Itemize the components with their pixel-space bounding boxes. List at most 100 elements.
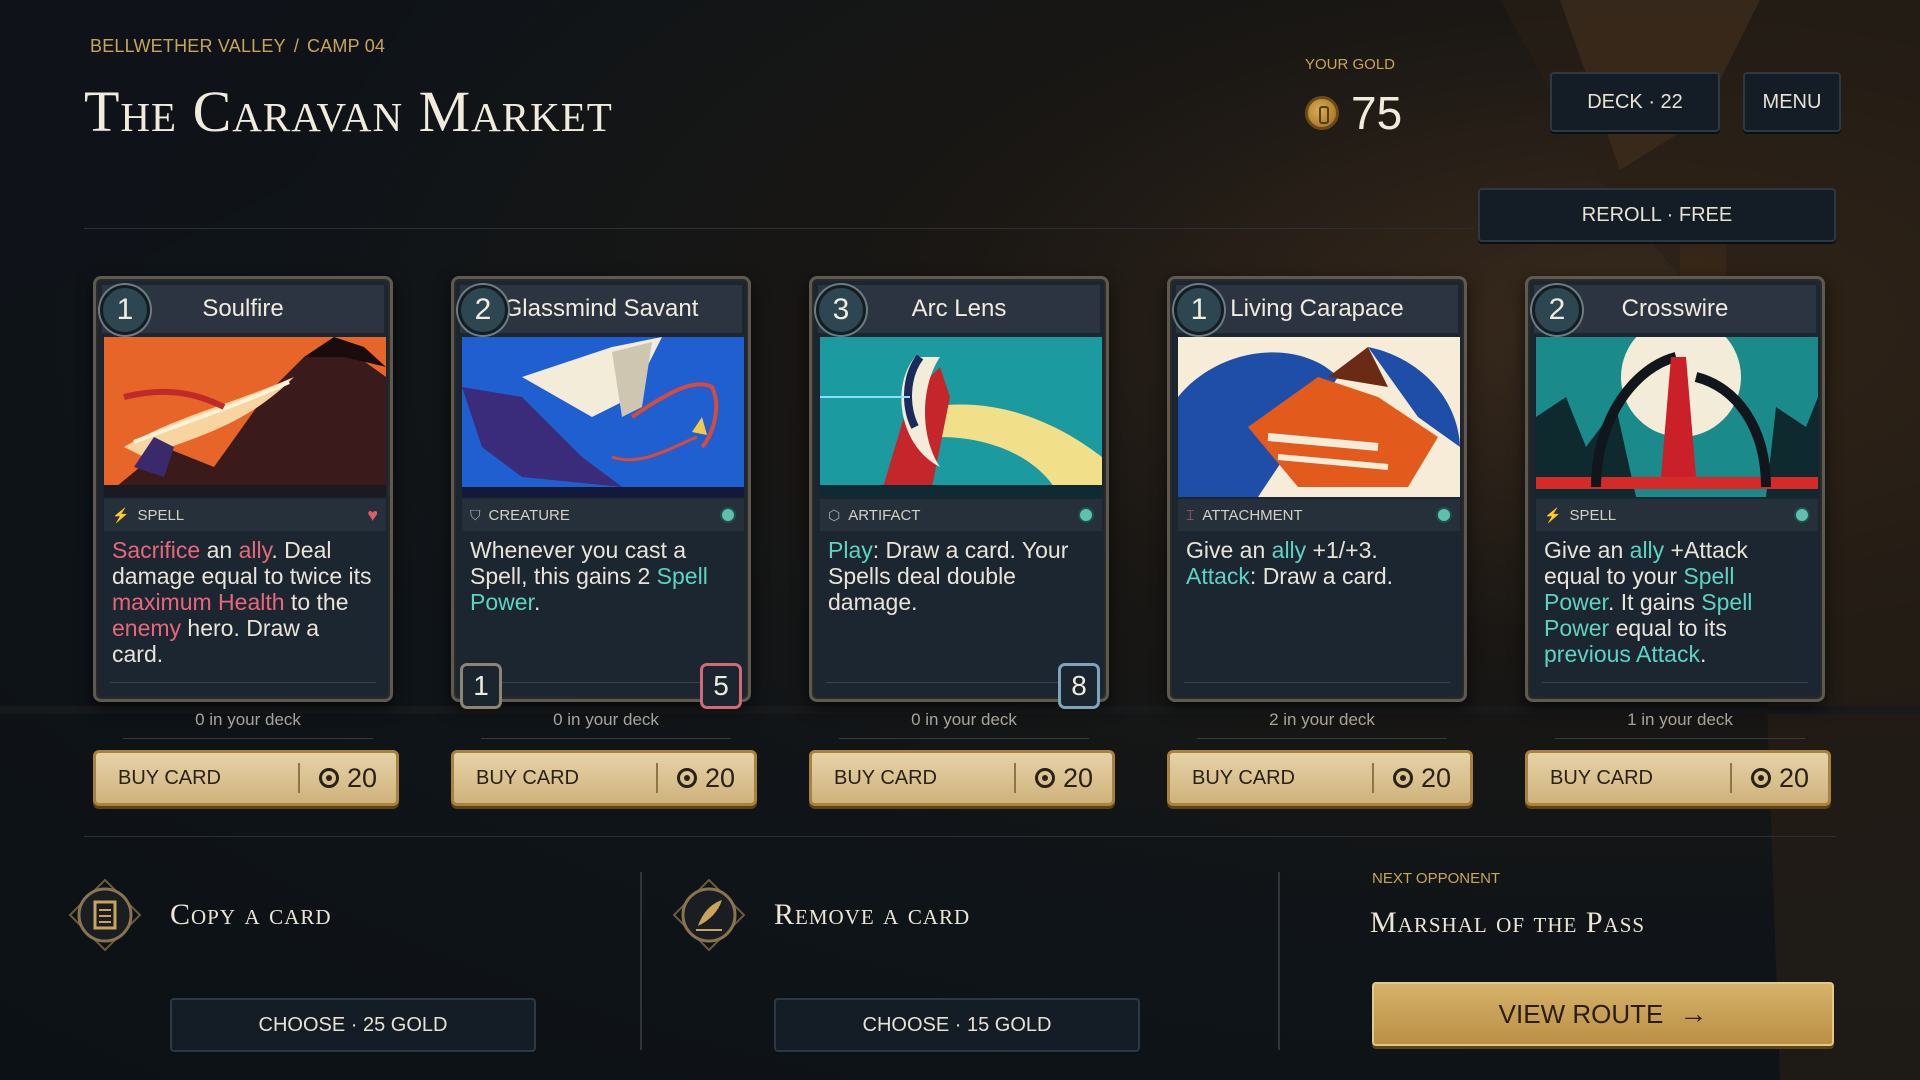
reroll-button[interactable]: REROLL · FREE xyxy=(1478,188,1836,242)
keyword[interactable]: ally xyxy=(239,537,272,563)
shop-card-glassmind-savant: 2 Glassmind Savant ⛉ CREATURE Whenever y… xyxy=(451,276,761,806)
card-footer-line xyxy=(110,682,376,683)
copy-card-title: Copy a card xyxy=(170,898,332,931)
coin-icon xyxy=(1305,96,1339,130)
shop-card-arc-lens: 3 Arc Lens ⬡ ARTIFACT Play: Draw a card.… xyxy=(809,276,1119,806)
price: 20 xyxy=(300,763,396,794)
coin-icon xyxy=(1750,768,1771,788)
buy-card-button[interactable]: BUY CARD 20 xyxy=(1167,750,1473,806)
mana-cost: 2 xyxy=(1532,285,1582,335)
card-footer-line xyxy=(468,682,734,683)
card-type: ARTIFACT xyxy=(848,506,921,524)
keyword[interactable]: previous Attack xyxy=(1544,641,1700,667)
keyword[interactable]: Play xyxy=(828,537,873,563)
keyword[interactable]: maximum Health xyxy=(112,589,285,615)
price-value: 20 xyxy=(1420,762,1452,793)
buy-card-button[interactable]: BUY CARD 20 xyxy=(1525,750,1831,806)
next-opponent-label: NEXT OPPONENT xyxy=(1372,870,1501,887)
card-art-lens-device xyxy=(820,337,1102,497)
remove-card-title: Remove a card xyxy=(774,898,971,931)
opponent-name: Marshal of the Pass xyxy=(1370,906,1646,939)
rules-text: . It gains xyxy=(1607,589,1702,615)
mana-cost: 2 xyxy=(458,285,508,335)
keyword[interactable]: ally xyxy=(1630,537,1665,563)
keyword[interactable]: Sacrifice xyxy=(112,537,200,563)
card-footer-line xyxy=(826,682,1092,683)
deck-button[interactable]: DECK · 22 xyxy=(1550,72,1720,132)
card-text: Sacrifice an ally. Deal damage equal to … xyxy=(112,537,374,667)
mana-cost: 3 xyxy=(816,285,866,335)
card-type: SPELL xyxy=(1569,506,1617,524)
card-type: SPELL xyxy=(137,506,185,524)
price: 20 xyxy=(658,763,754,794)
remove-card-button[interactable]: CHOOSE · 15 GOLD xyxy=(774,998,1140,1052)
breadcrumb-region[interactable]: BELLWETHER VALLEY xyxy=(90,36,286,56)
price: 20 xyxy=(1374,763,1470,794)
shop-card-crosswire: 2 Crosswire ⚡ SPELL Give an ally +Attack… xyxy=(1525,276,1835,806)
card-art-fire-mountain xyxy=(104,337,386,497)
card-frame[interactable]: 3 Arc Lens ⬡ ARTIFACT Play: Draw a card.… xyxy=(809,276,1109,709)
rules-text: an xyxy=(200,537,239,563)
card-name: Crosswire xyxy=(1621,295,1729,322)
attack-stat: 1 xyxy=(460,663,502,709)
rarity-gem-icon xyxy=(1436,507,1452,523)
buy-card-button[interactable]: BUY CARD 20 xyxy=(93,750,399,806)
deck-count: 1 in your deck xyxy=(1525,710,1835,739)
card-frame[interactable]: 2 Crosswire ⚡ SPELL Give an ally +Attack… xyxy=(1525,276,1825,702)
keyword[interactable]: Attack xyxy=(1186,563,1250,589)
buy-label: BUY CARD xyxy=(118,766,221,789)
card-type-row: ⚡ SPELL xyxy=(1536,499,1818,531)
card-frame[interactable]: 1 Living Carapace ⌶ ATTACHMENT Give an a… xyxy=(1167,276,1467,702)
deck-count: 0 in your deck xyxy=(451,710,761,739)
attachment-icon: ⌶ xyxy=(1186,506,1195,523)
keyword[interactable]: enemy xyxy=(112,615,181,641)
rules-text: Give an xyxy=(1186,537,1272,563)
card-text: Give an ally +Attack equal to your Spell… xyxy=(1544,537,1806,667)
rules-text: : Draw a card. xyxy=(1249,563,1394,589)
bolt-icon: ⚡ xyxy=(112,506,130,523)
coin-icon xyxy=(676,768,697,788)
card-frame[interactable]: 1 Soulfire ⚡ SPELL ♥ Sacrifice an ally. … xyxy=(93,276,393,702)
rarity-gem-icon xyxy=(1078,507,1094,523)
rarity-gem-icon xyxy=(720,507,736,523)
card-type-row: ⬡ ARTIFACT xyxy=(820,499,1102,531)
buy-card-button[interactable]: BUY CARD 20 xyxy=(451,750,757,806)
breadcrumb: BELLWETHER VALLEY / CAMP 04 xyxy=(90,36,393,57)
card-name: Glassmind Savant xyxy=(503,295,699,322)
health-stat: 5 xyxy=(700,663,742,709)
card-footer-line xyxy=(1184,682,1450,683)
arrow-right-icon: → xyxy=(1679,998,1708,1029)
section-divider xyxy=(640,872,642,1050)
card-type: CREATURE xyxy=(488,506,570,524)
buy-label: BUY CARD xyxy=(834,766,937,789)
menu-button[interactable]: MENU xyxy=(1743,72,1841,132)
section-divider xyxy=(1278,872,1280,1050)
card-art-moon-towers xyxy=(1536,337,1818,497)
bolt-icon: ⚡ xyxy=(1544,506,1562,523)
mana-cost: 1 xyxy=(100,285,150,335)
page-title: The Caravan Market xyxy=(84,79,613,144)
price: 20 xyxy=(1016,763,1112,794)
market-divider xyxy=(84,836,1836,837)
card-type-row: ⛉ CREATURE xyxy=(462,499,744,531)
shop-card-soulfire: 1 Soulfire ⚡ SPELL ♥ Sacrifice an ally. … xyxy=(93,276,403,806)
card-footer-line xyxy=(1542,682,1808,683)
card-text: Play: Draw a card. Your Spells deal doub… xyxy=(828,537,1090,615)
view-route-label: VIEW ROUTE xyxy=(1498,998,1664,1029)
view-route-button[interactable]: VIEW ROUTE → xyxy=(1372,982,1834,1046)
coin-icon xyxy=(1392,768,1413,788)
card-name: Soulfire xyxy=(202,295,284,322)
buy-label: BUY CARD xyxy=(476,766,579,789)
coin-icon xyxy=(318,768,339,788)
card-art-beast xyxy=(1178,337,1460,497)
gold-display: 75 xyxy=(1305,86,1402,140)
mana-cost: 1 xyxy=(1174,285,1224,335)
copy-card-button[interactable]: CHOOSE · 25 GOLD xyxy=(170,998,536,1052)
card-frame[interactable]: 2 Glassmind Savant ⛉ CREATURE Whenever y… xyxy=(451,276,751,709)
keyword[interactable]: ally xyxy=(1272,537,1307,563)
rules-text: . xyxy=(533,589,541,615)
price-value: 20 xyxy=(1778,762,1810,793)
shield-icon: ⛉ xyxy=(470,506,481,523)
card-art-crystal-creature xyxy=(462,337,744,497)
buy-card-button[interactable]: BUY CARD 20 xyxy=(809,750,1115,806)
